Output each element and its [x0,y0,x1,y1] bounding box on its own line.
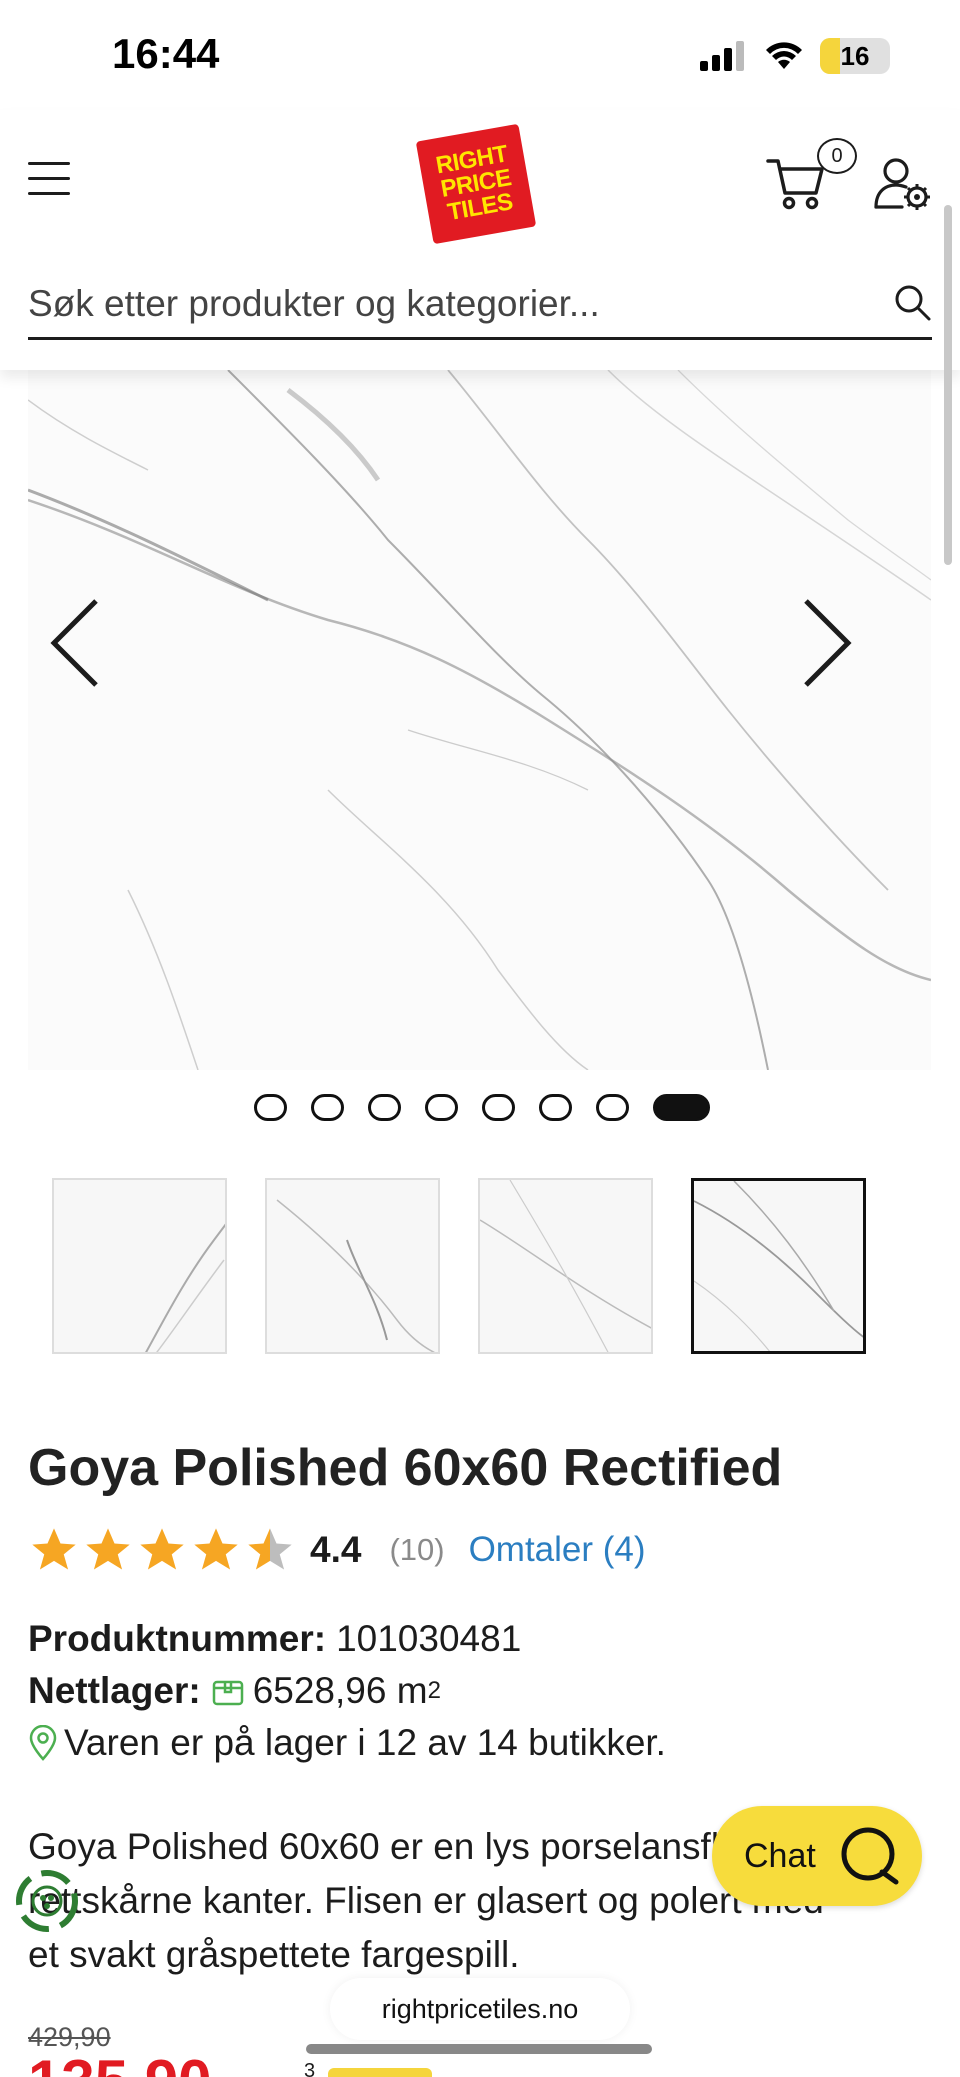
battery-level: 16 [840,40,870,71]
stock-line: Nettlager: 6528,96 m2 [28,1670,441,1712]
star-icon [140,1528,184,1570]
pagination-dot[interactable] [596,1094,629,1121]
chat-label: Chat [744,1836,816,1875]
pagination-dot[interactable] [425,1094,458,1121]
signal-icon [700,41,744,71]
product-number: 101030481 [336,1618,522,1659]
product-title: Goya Polished 60x60 Rectified [28,1439,783,1497]
store-availability-line: Varen er på lager i 12 av 14 butikker. [28,1722,666,1764]
cart-icon[interactable] [766,155,826,211]
product-main-image[interactable] [28,370,931,1070]
stock-label: Nettlager: [28,1670,201,1711]
previous-image-arrow-icon[interactable] [46,595,106,691]
package-icon [212,1680,243,1706]
thumbnail[interactable] [478,1178,653,1354]
eco-recycle-icon[interactable] [14,1868,80,1934]
battery-icon: 16 [820,38,890,74]
pagination-dot[interactable] [482,1094,515,1121]
pagination-dot[interactable] [311,1094,344,1121]
description-line: et svakt gråspettete fargespill. [28,1934,520,1975]
cart-count-badge: 0 [817,138,857,174]
search-icon[interactable] [892,282,932,322]
location-pin-icon [29,1725,57,1761]
thumbnail-strip [52,1178,866,1354]
page-scrollbar[interactable] [944,205,952,565]
pagination-dot[interactable] [539,1094,572,1121]
pagination-dot[interactable] [254,1094,287,1121]
rating-value: 4.4 [310,1529,362,1570]
rating-row: 4.4 (10) Omtaler (4) [28,1522,646,1578]
wifi-icon [766,42,802,69]
product-number-line: Produktnummer: 101030481 [28,1618,521,1660]
pagination-dot[interactable] [368,1094,401,1121]
home-indicator[interactable] [306,2044,652,2054]
status-bar: 16:44 16 [0,0,960,110]
stock-value: 6528,96 m [252,1670,428,1711]
status-icons: 16 [700,38,890,74]
product-number-label: Produktnummer: [28,1618,327,1659]
pagination-dot-active[interactable] [653,1094,710,1121]
search-input[interactable] [28,282,868,325]
current-price: 135,90 [28,2052,212,2077]
menu-icon[interactable] [28,162,70,196]
chat-button[interactable]: Chat [712,1806,922,1906]
status-time: 16:44 [112,30,220,77]
old-price: 429,90 [28,2022,111,2052]
browser-url-bar[interactable]: rightpricetiles.no [330,1978,630,2040]
search-bar [28,270,932,340]
rating-count: (10) [389,1532,445,1567]
marble-texture [28,370,931,1070]
site-header: RIGHT PRICE TILES 0 [0,110,960,370]
thumbnail-active[interactable] [691,1178,866,1354]
chat-bubble-icon [841,1827,899,1885]
store-availability: Varen er på lager i 12 av 14 butikker. [64,1722,666,1763]
stock-unit-sup: 2 [427,1677,441,1704]
thumbnail[interactable] [52,1178,227,1354]
thumbnail[interactable] [265,1178,440,1354]
brand-logo[interactable]: RIGHT PRICE TILES [415,123,537,245]
account-settings-icon[interactable] [872,155,932,211]
image-pagination-dots [254,1094,710,1121]
star-icon [86,1528,130,1570]
star-rating [28,1524,296,1576]
star-icon [194,1528,238,1570]
star-icon [32,1528,76,1570]
next-image-arrow-icon[interactable] [796,595,856,691]
reviews-link[interactable]: Omtaler (4) [469,1530,646,1570]
price-badge-number: 3 [304,2060,316,2077]
price-badge [328,2068,432,2077]
half-star-icon [248,1528,292,1570]
